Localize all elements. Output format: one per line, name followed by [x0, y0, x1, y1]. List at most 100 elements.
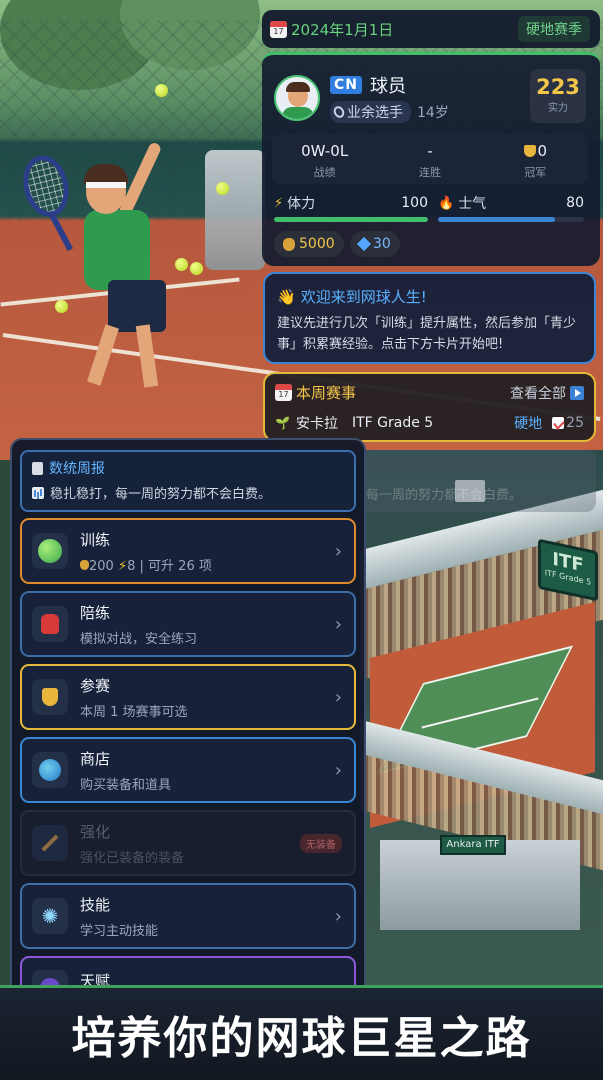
- chevron-right-icon: ›: [334, 905, 342, 927]
- date-text: 2024年1月1日: [291, 20, 394, 39]
- report-title: 数统周报: [49, 461, 105, 477]
- train-upgrade-count: | 可升 26 项: [139, 558, 212, 574]
- season-badge: 硬地赛季: [518, 16, 590, 42]
- report-title-row: 数统周报: [32, 458, 344, 478]
- coin-balance[interactable]: 5000: [274, 231, 344, 257]
- player-age: 14岁: [417, 105, 449, 121]
- hammer-icon: [32, 825, 68, 861]
- menu-item-train[interactable]: 训练 200 ⚡8 | 可升 26 项 ›: [20, 518, 356, 584]
- streak-value: -: [427, 142, 433, 160]
- power-label: 实力: [548, 103, 568, 114]
- player-level-row: 业余选手 14岁: [330, 101, 449, 123]
- trophy-icon: [32, 679, 68, 715]
- main-menu-panel: 数统周报 稳扎稳打，每一周的努力都不会白费。 训练 200 ⚡8 | 可升 26…: [10, 438, 366, 998]
- menu-item-enhance[interactable]: 强化 强化已装备的装备 无装备: [20, 810, 356, 876]
- compete-title: 参赛: [80, 676, 111, 695]
- ball-machine: [205, 150, 265, 270]
- diamond-icon: [356, 236, 372, 252]
- power-value: 223: [536, 75, 580, 99]
- sparring-subtitle: 模拟对战，安全练习: [80, 631, 198, 647]
- sparkle-icon: ✺: [32, 898, 68, 934]
- event-grade: ITF Grade 5: [351, 415, 434, 431]
- event-row[interactable]: 🌱 安卡拉 ITF Grade 5 硬地 25: [275, 413, 584, 433]
- record-value: 0W-0L: [301, 142, 349, 160]
- enhance-subtitle: 强化已装备的装备: [80, 850, 185, 866]
- player-name-row: CN 球员: [330, 72, 406, 98]
- record-label: 战绩: [313, 166, 336, 179]
- welcome-title-row: 👋 欢迎来到网球人生!: [277, 286, 582, 307]
- arena-sign: Ankara ITF: [440, 835, 506, 855]
- calendar-icon: [270, 20, 287, 38]
- chevron-right-icon: ›: [334, 686, 342, 708]
- event-points-value: 25: [566, 415, 584, 431]
- chevron-right-icon: ›: [334, 540, 342, 562]
- morale-bar-fill: [438, 217, 555, 222]
- event-surface: 硬地: [514, 416, 543, 432]
- morale-value: 80: [566, 195, 584, 211]
- gem-balance[interactable]: 30: [350, 231, 400, 257]
- stat-streak: - 连胜: [377, 134, 482, 184]
- tennis-ball-icon: [32, 533, 68, 569]
- weekly-report[interactable]: 数统周报 稳扎稳打，每一周的努力都不会白费。: [20, 450, 356, 512]
- menu-item-shop[interactable]: 商店 购买装备和道具 ›: [20, 737, 356, 803]
- chevron-right-icon: ›: [334, 613, 342, 635]
- morale-row: 🔥 士气 80: [438, 193, 584, 213]
- welcome-title: 欢迎来到网球人生!: [300, 288, 427, 306]
- country-code: CN: [334, 77, 358, 93]
- sparring-title: 陪练: [80, 603, 111, 622]
- menu-item-compete[interactable]: 参赛 本周 1 场赛事可选 ›: [20, 664, 356, 730]
- shop-title: 商店: [80, 749, 111, 768]
- train-subtitle: 200 ⚡8 | 可升 26 项: [80, 555, 335, 574]
- date-display: 2024年1月1日: [270, 19, 393, 40]
- titles-value: 0: [537, 142, 548, 160]
- compete-subtitle: 本周 1 场赛事可选: [80, 704, 188, 720]
- top-bar: 2024年1月1日 硬地赛季: [262, 10, 600, 48]
- view-all-label: 查看全部: [510, 385, 566, 402]
- player-avatar[interactable]: [274, 75, 320, 121]
- titles-value-row: 0: [483, 142, 588, 160]
- event-city: 安卡拉: [295, 416, 338, 432]
- stamina-label: 体力: [287, 196, 316, 212]
- no-equipment-badge: 无装备: [300, 833, 342, 853]
- coin-amount: 5000: [299, 236, 335, 252]
- report-text-row: 稳扎稳打，每一周的努力都不会白费。: [32, 483, 344, 502]
- streak-label: 连胜: [418, 166, 441, 179]
- tennis-ball: [175, 258, 188, 271]
- boxing-glove-icon: [32, 606, 68, 642]
- stamina-bar: [274, 217, 428, 222]
- view-all-link[interactable]: 查看全部: [510, 383, 584, 403]
- train-cost-coins: 200: [89, 558, 114, 574]
- skills-title: 技能: [80, 895, 111, 914]
- bar-chart-icon: [32, 486, 44, 499]
- titles-label: 冠军: [524, 166, 547, 179]
- ghost-card: 每一周的努力都不会白费。: [360, 450, 596, 512]
- skills-subtitle: 学习主动技能: [80, 923, 159, 939]
- player-card[interactable]: CN 球员 业余选手 14岁 223 实力 0W-0L 战绩 - 连胜 0 冠军…: [262, 52, 600, 266]
- player-name: 球员: [370, 76, 406, 97]
- train-title: 训练: [80, 530, 111, 549]
- welcome-card[interactable]: 👋 欢迎来到网球人生! 建议先进行几次「训练」提升属性，然后参加「青少事」积累赛…: [263, 272, 596, 364]
- chart-trend-icon: [552, 417, 565, 429]
- menu-item-skills[interactable]: ✺ 技能 学习主动技能 ›: [20, 883, 356, 949]
- globe-icon: [32, 752, 68, 788]
- clipboard-icon: [32, 461, 43, 475]
- flame-icon: 🔥: [438, 195, 455, 211]
- morale-label: 士气: [458, 196, 487, 212]
- calendar-icon: [275, 384, 292, 401]
- weekly-title-row: 本周赛事: [275, 382, 356, 403]
- menu-item-sparring[interactable]: 陪练 模拟对战，安全练习 ›: [20, 591, 356, 657]
- weekly-title: 本周赛事: [296, 384, 357, 402]
- weekly-events-card[interactable]: 本周赛事 查看全部 🌱 安卡拉 ITF Grade 5 硬地 25: [263, 372, 596, 442]
- waving-hand-icon: 👋: [277, 287, 296, 306]
- weekly-events-header: 本周赛事 查看全部: [275, 382, 584, 403]
- chevron-right-icon: ›: [334, 759, 342, 781]
- player-level: 业余选手: [347, 105, 403, 121]
- sprout-icon: 🌱: [275, 416, 290, 430]
- stamina-row: ⚡ 体力 100: [274, 193, 428, 213]
- train-cost-energy: 8: [127, 558, 136, 574]
- stamina-value: 100: [401, 195, 428, 211]
- enhance-title: 强化: [80, 822, 111, 841]
- lightning-icon: ⚡: [274, 195, 284, 211]
- play-arrow-icon: [570, 385, 584, 400]
- money-bag-icon: [283, 237, 295, 251]
